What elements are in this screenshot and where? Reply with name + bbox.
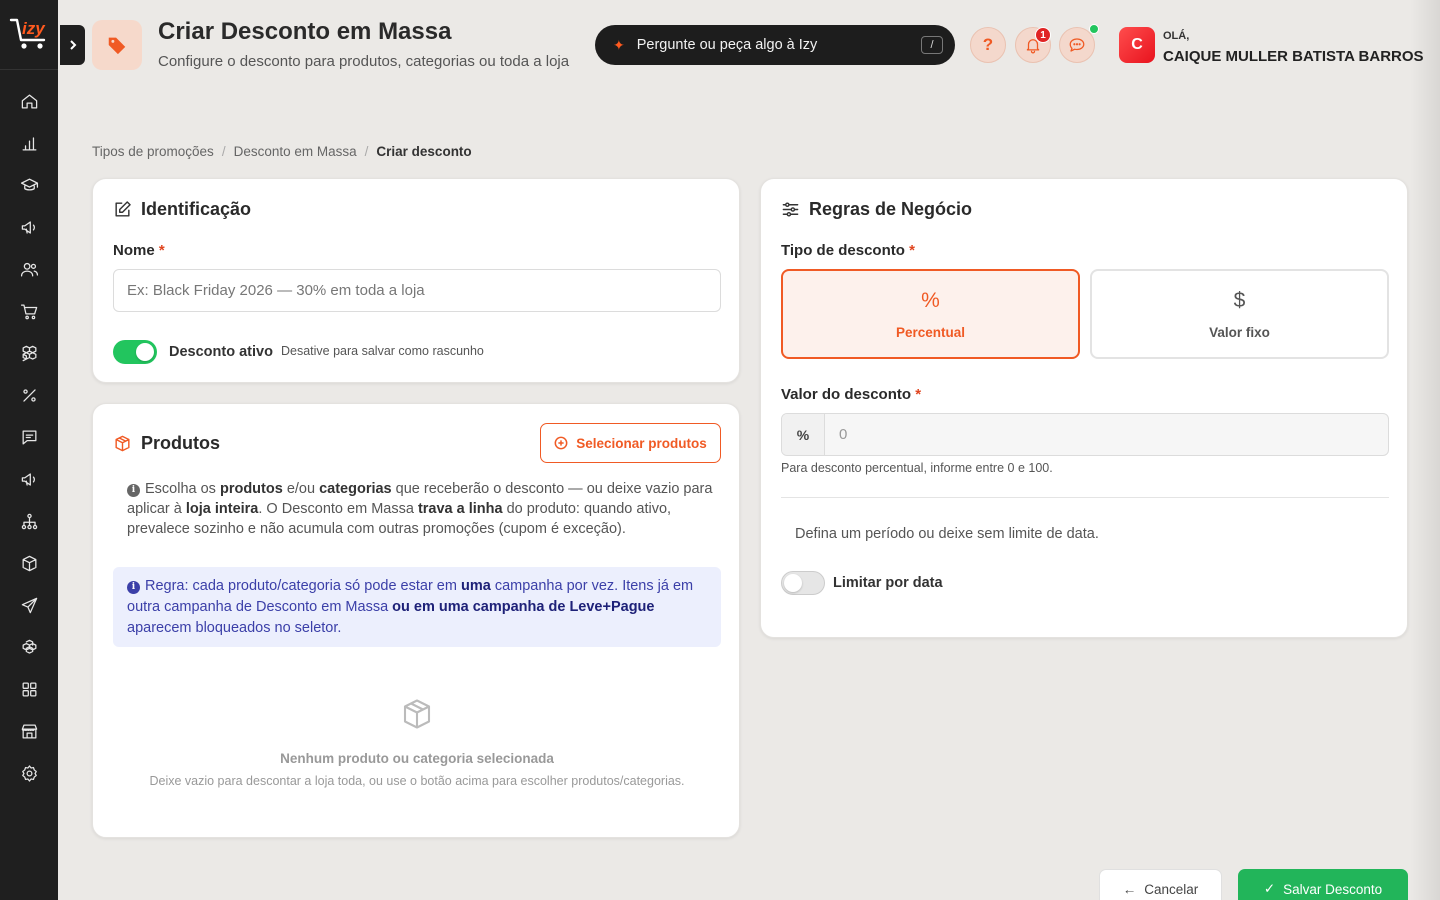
active-label: Desconto ativo (169, 344, 273, 360)
boxes-icon[interactable] (17, 341, 41, 365)
logo-divider (0, 69, 58, 70)
breadcrumb-separator: / (221, 144, 226, 159)
regras-title: Regras de Negócio (781, 199, 972, 220)
active-toggle[interactable] (113, 340, 157, 364)
produtos-title: Produtos (113, 433, 220, 454)
ask-izy-input[interactable]: ✦ Pergunte ou peça algo à Izy / (595, 25, 955, 65)
avatar[interactable]: C (1119, 27, 1155, 63)
grid-icon[interactable] (17, 677, 41, 701)
breadcrumb-item[interactable]: Tipos de promoções (92, 144, 214, 159)
boxes-2-icon[interactable] (17, 635, 41, 659)
value-hint: Para desconto percentual, informe entre … (781, 461, 1053, 475)
select-products-button[interactable]: Selecionar produtos (540, 423, 721, 463)
users-icon[interactable] (17, 257, 41, 281)
arrow-left-icon: ← (1122, 881, 1137, 897)
empty-state-subtitle: Deixe vazio para descontar a loja toda, … (149, 774, 685, 788)
help-label: ? (982, 35, 994, 54)
help-button[interactable]: ? (970, 27, 1006, 63)
sparkle-icon: ✦ (613, 36, 625, 53)
cancel-button[interactable]: ← Cancelar (1099, 869, 1222, 900)
regras-title-text: Regras de Negócio (809, 199, 973, 219)
date-limit-label: Limitar por data (833, 575, 943, 591)
breadcrumb: Tipos de promoções / Desconto em Massa /… (92, 144, 472, 159)
name-input[interactable]: Ex: Black Friday 2026 — 30% em toda a lo… (113, 269, 721, 312)
empty-state-title: Nenhum produto ou categoria selecionada (280, 751, 554, 766)
info-icon: i (127, 581, 140, 594)
network-icon[interactable] (17, 509, 41, 533)
percent-icon: % (921, 288, 940, 312)
plus-circle-icon (554, 436, 568, 450)
message-square-icon[interactable] (17, 425, 41, 449)
type-option-label: Percentual (895, 324, 966, 340)
type-option-valor-fixo[interactable]: $ Valor fixo (1090, 269, 1389, 359)
send-icon[interactable] (17, 593, 41, 617)
info-icon: i (127, 483, 140, 497)
value-input[interactable]: % 0 (781, 413, 1389, 456)
page-subtitle: Configure o desconto para produtos, cate… (158, 53, 570, 70)
type-option-percentual[interactable]: % Percentual (781, 269, 1080, 359)
date-limit-toggle[interactable] (781, 571, 825, 595)
active-hint: Desative para salvar como rascunho (281, 344, 484, 358)
notification-badge: 1 (1035, 27, 1051, 43)
page-title: Criar Desconto em Massa (158, 18, 452, 45)
right-edge-shadow (1410, 0, 1440, 900)
cancel-label: Cancelar (1144, 881, 1199, 897)
percent-icon[interactable] (17, 383, 41, 407)
user-name[interactable]: CAIQUE MULLER BATISTA BARROS (1163, 48, 1424, 65)
breadcrumb-separator: / (364, 144, 369, 159)
megaphone-2-icon[interactable] (17, 467, 41, 491)
value-placeholder: 0 (839, 426, 848, 443)
rule-notice: i Regra: cada produto/categoria só pode e… (113, 567, 721, 647)
tag-icon (92, 20, 142, 70)
sliders-icon (782, 202, 799, 217)
megaphone-icon[interactable] (17, 215, 41, 239)
produtos-info: i Escolha os produtos e/ou categorias que… (127, 481, 713, 537)
greeting: OLÁ, (1163, 30, 1190, 42)
name-label: Nome * (113, 242, 165, 259)
produtos-card: Produtos Selecionar produtos i Escolha os… (92, 403, 740, 838)
check-icon: ✓ (1263, 881, 1276, 896)
graduation-cap-icon[interactable] (17, 173, 41, 197)
save-label: Salvar Desconto (1283, 881, 1383, 897)
online-status-dot (1089, 24, 1099, 34)
dollar-icon: $ (1233, 288, 1246, 312)
identificacao-title: Identificação (113, 199, 251, 220)
shortcut-key: / (921, 36, 943, 54)
edit-icon (115, 201, 131, 217)
bar-chart-icon[interactable] (17, 131, 41, 155)
package-icon[interactable] (17, 551, 41, 575)
ask-izy-placeholder: Pergunte ou peça algo à Izy (636, 37, 818, 53)
chevron-right-icon (69, 40, 76, 50)
section-divider (781, 497, 1389, 498)
settings-icon[interactable] (17, 761, 41, 785)
shopping-cart-icon[interactable] (17, 299, 41, 323)
save-button[interactable]: ✓ Salvar Desconto (1238, 869, 1408, 900)
sidebar-expand-button[interactable] (60, 25, 85, 65)
breadcrumb-item[interactable]: Desconto em Massa (234, 144, 357, 159)
produtos-title-text: Produtos (141, 433, 220, 453)
identificacao-title-text: Identificação (141, 199, 252, 219)
empty-box-icon (399, 696, 435, 737)
izy-logo[interactable]: izy (8, 12, 52, 52)
type-option-label: Valor fixo (1209, 324, 1270, 340)
name-input-placeholder: Ex: Black Friday 2026 — 30% em toda a lo… (127, 282, 425, 299)
value-label: Valor do desconto * (781, 386, 922, 403)
type-label: Tipo de desconto * (781, 242, 915, 259)
value-addon: % (782, 414, 825, 455)
period-text: Defina um período ou deixe sem limite de… (795, 526, 1099, 542)
identificacao-card: Identificação Nome * Ex: Black Friday 20… (92, 178, 740, 383)
breadcrumb-current: Criar desconto (376, 144, 472, 159)
svg-text:izy: izy (22, 19, 46, 38)
select-products-label: Selecionar produtos (576, 435, 707, 451)
sidebar: izy (0, 0, 58, 900)
home-icon[interactable] (17, 89, 41, 113)
regras-card: Regras de Negócio Tipo de desconto * % P… (760, 178, 1408, 638)
store-icon[interactable] (17, 719, 41, 743)
package-icon (115, 435, 130, 452)
chat-bubble-icon (1069, 38, 1085, 52)
